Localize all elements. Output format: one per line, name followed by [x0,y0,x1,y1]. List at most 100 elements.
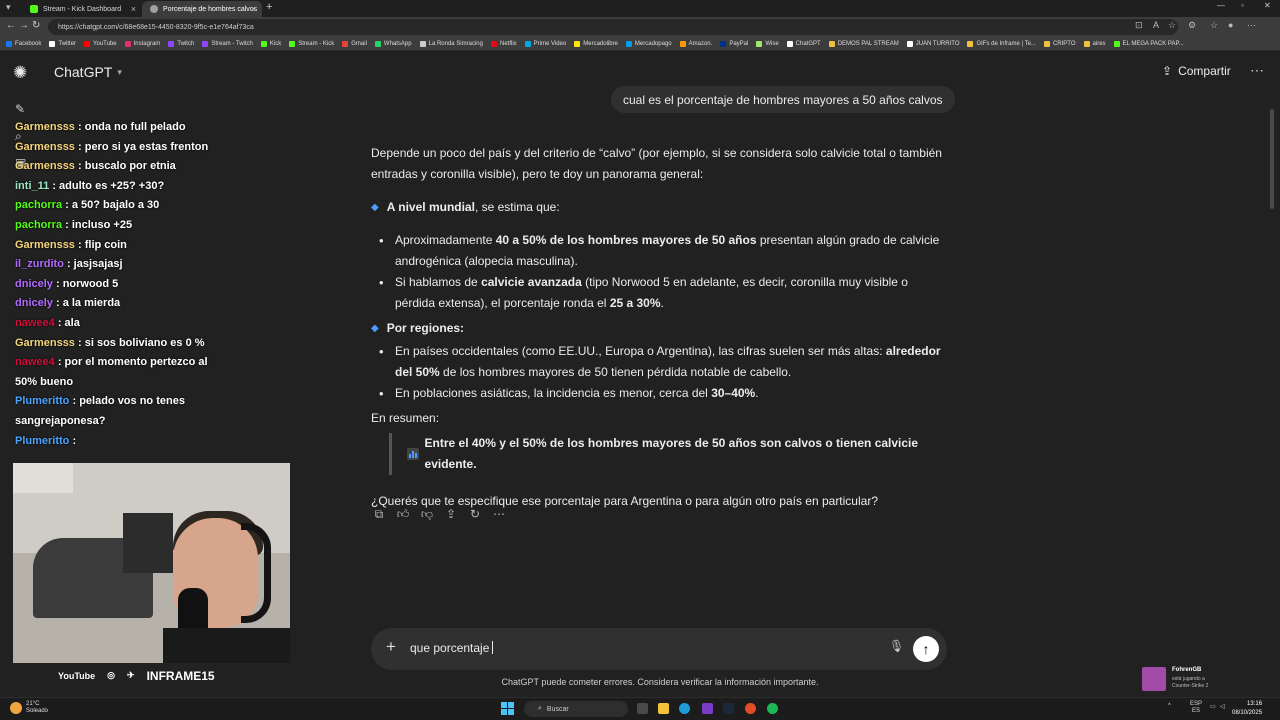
chat-username[interactable]: dnicely [15,278,53,290]
chat-username[interactable]: Plumeritto [15,395,69,407]
bookmark-item[interactable]: Prime Video [524,40,566,47]
steam-notification[interactable]: FohrenGB está jugando a Counter-Strike 2 [1142,665,1272,695]
chat-username[interactable]: pachorra [15,199,62,211]
reload-icon[interactable]: ↻ [32,20,40,31]
extensions-icon[interactable]: ⚙ [1188,20,1196,31]
bookmark-item[interactable]: Twitch [168,40,194,47]
app-icon[interactable] [702,703,713,714]
share-icon[interactable]: ⇪ [444,507,458,522]
bookmark-item[interactable]: Stream - Twitch [202,40,253,47]
chat-username[interactable]: dnicely [15,297,53,309]
bookmark-item[interactable]: Kick [260,40,281,47]
new-tab-plus-icon[interactable]: + [266,1,272,13]
bookmark-item[interactable]: JUAN TURRITO [906,40,959,47]
language-indicator[interactable]: ESP ES [1190,701,1202,715]
bookmark-item[interactable]: YouTube [84,40,117,47]
bookmark-item[interactable]: Instagram [124,40,160,47]
chat-username[interactable]: Garmensss [15,121,75,133]
chrome-icon[interactable] [745,703,756,714]
clock[interactable]: 13:16 08/10/2025 [1232,700,1262,718]
chat-username[interactable]: nawee4 [15,356,55,368]
tray-chevron-icon[interactable]: ^ [1168,703,1171,709]
chat-username[interactable]: inti_11 [15,180,49,192]
scrollbar[interactable] [1270,109,1274,209]
chat-username[interactable]: Garmensss [15,239,75,251]
bookmark-item[interactable]: GIFs de Inframe | Te... [967,40,1036,47]
bookmark-item[interactable]: aires [1083,40,1106,47]
chat-username[interactable]: Garmensss [15,337,75,349]
more-icon[interactable]: ⋯ [492,507,506,522]
close-window-icon[interactable]: ✕ [1264,1,1271,10]
microphone-icon[interactable]: 🎙︎ [889,639,904,653]
channel-name: INFRAME15 [146,668,215,683]
prompt-input[interactable]: que porcentaje [410,641,494,655]
back-icon[interactable]: ← [6,20,16,31]
regenerate-icon[interactable]: ↻ [468,507,482,522]
bookmark-item[interactable]: ChatGPT [786,40,821,47]
edge-icon[interactable] [679,703,690,714]
start-button[interactable] [501,702,515,716]
new-chat-icon[interactable]: ✎ [15,102,25,116]
bookmark-item[interactable]: WhatsApp [374,40,412,47]
bookmark-item[interactable]: Facebook [6,40,42,47]
taskbar-search[interactable]: ⌕ Buscar [524,701,628,717]
chat-username[interactable]: Garmensss [15,160,75,172]
browser-tab-strip: ▾ Stream - Kick Dashboard × Porcentaje d… [0,0,1280,17]
chat-username[interactable]: il_zurdito [15,258,64,270]
tab-search-icon[interactable]: ▾ [6,2,11,13]
close-icon[interactable]: × [251,4,256,14]
tab-chatgpt[interactable]: Porcentaje de hombres calvos × [142,1,262,17]
chat-username[interactable]: pachorra [15,219,62,231]
bookmark-item[interactable]: Mercadopago [625,40,672,47]
network-icon[interactable]: ▭ [1210,703,1216,710]
bookmark-item[interactable]: Twitter [49,40,76,47]
bookmark-item[interactable]: Netflix [490,40,517,47]
thumbs-up-icon[interactable]: 👍︎ [396,507,410,522]
weather-widget[interactable]: 21°C Soleado [10,701,48,715]
prompt-text: que porcentaje [410,641,490,655]
chat-username[interactable]: nawee4 [15,317,55,329]
tab-kick-dashboard[interactable]: Stream - Kick Dashboard × [22,1,142,17]
chat-username[interactable]: Garmensss [15,141,75,153]
bookmark-label: Mercadolibre [583,40,618,47]
chat-username[interactable]: Plumeritto [15,435,69,447]
openai-logo-icon[interactable]: ✺ [13,63,27,83]
steam-icon[interactable] [723,703,734,714]
menu-dots-icon[interactable]: ⋯ [1247,20,1256,31]
close-icon[interactable]: × [131,4,136,14]
copy-icon[interactable]: ⧉ [372,507,386,522]
maximize-icon[interactable]: ▫ [1241,1,1244,10]
bookmark-item[interactable]: Wise [756,40,779,47]
bookmark-favicon-icon [419,40,426,47]
bookmark-item[interactable]: Mercadolibre [574,40,618,47]
bookmark-item[interactable]: La Ronda Simracing [419,40,483,47]
model-picker[interactable]: ChatGPT ▾ [54,64,122,80]
spotify-icon[interactable] [767,703,778,714]
share-button[interactable]: ⇪ Compartir [1162,64,1231,78]
bookmark-item[interactable]: Amazon. [679,40,712,47]
profile-avatar-icon[interactable]: ● [1228,20,1233,30]
bookmark-star-icon[interactable]: ☆ [1168,20,1176,31]
bookmark-item[interactable]: Gmail [342,40,367,47]
url-input[interactable]: https://chatgpt.com/c/68e68e15-4450-8320… [48,19,1178,35]
more-options-icon[interactable]: ⋯ [1250,62,1264,79]
plus-icon[interactable]: + [386,637,396,657]
bookmark-item[interactable]: CRIPTO [1043,40,1076,47]
favorites-icon[interactable]: ☆ [1210,20,1218,31]
translate-icon[interactable]: A [1153,20,1159,30]
bookmark-label: Facebook [15,40,42,47]
file-explorer-icon[interactable] [658,703,669,714]
send-button[interactable]: ↑ [913,636,939,662]
thumbs-down-icon[interactable]: 👎︎ [420,507,434,522]
minimize-icon[interactable]: — [1217,1,1225,10]
task-view-icon[interactable] [637,703,648,714]
bookmark-item[interactable]: PayPal [720,40,748,47]
bookmark-item[interactable]: Stream - Kick [289,40,334,47]
install-icon[interactable]: ⊡ [1135,20,1143,31]
bookmark-item[interactable]: EL MEGA PACK PAP... [1113,40,1184,47]
bookmark-item[interactable]: DEMOS PAL STREAM [828,40,899,47]
message-composer[interactable]: + que porcentaje 🎙︎ ↑ [371,628,947,670]
volume-icon[interactable]: ◁ [1220,703,1225,710]
user-message-bubble: cual es el porcentaje de hombres mayores… [611,86,955,113]
forward-icon[interactable]: → [19,20,29,31]
